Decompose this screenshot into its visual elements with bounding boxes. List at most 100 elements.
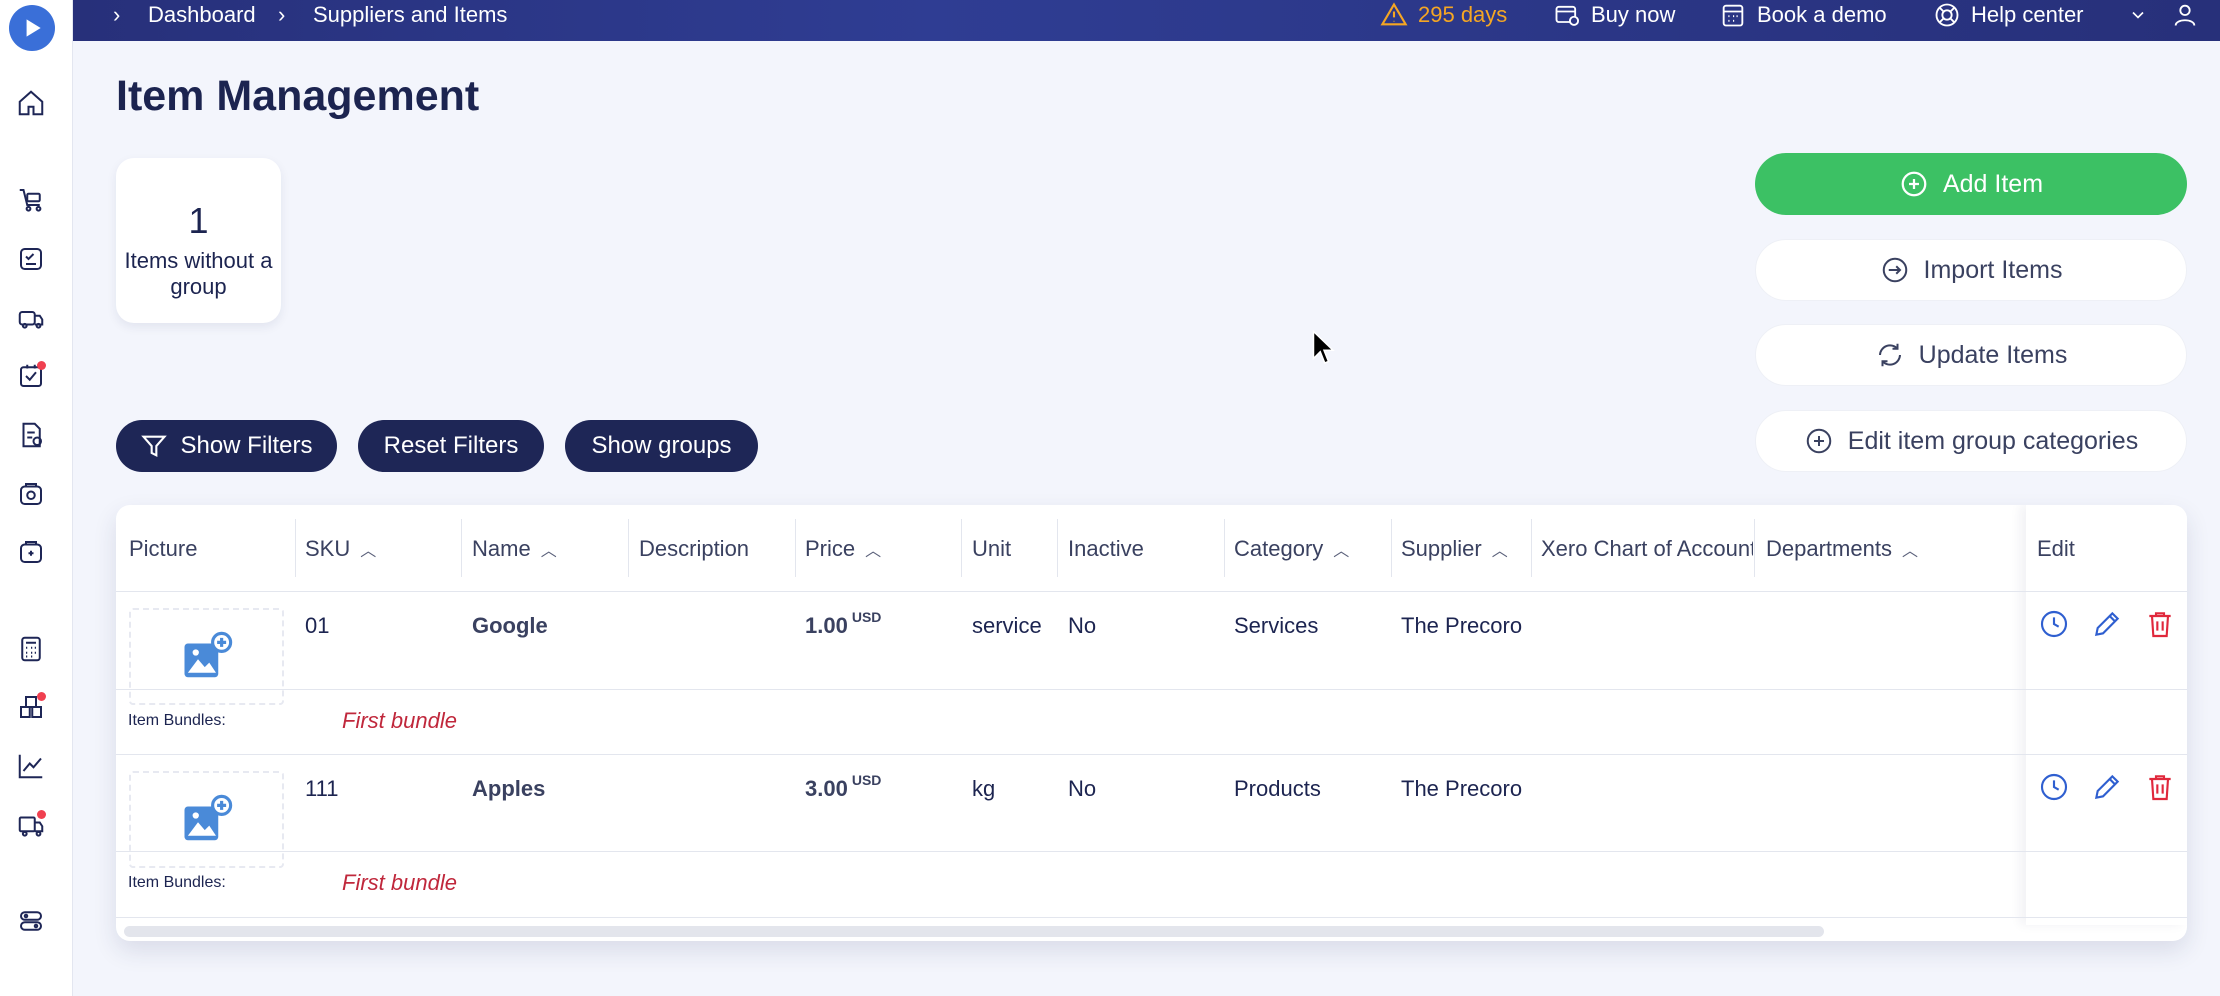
column-header-sku[interactable]: SKU ︿: [305, 505, 465, 592]
cell-name[interactable]: Google: [472, 613, 548, 639]
row-divider: [116, 689, 2187, 690]
sort-arrow-icon: ︿: [540, 542, 557, 560]
buy-now-button[interactable]: Buy now: [1553, 0, 1675, 30]
card-icon: [1555, 5, 1580, 26]
horizontal-scrollbar[interactable]: [124, 926, 1824, 937]
reset-filters-label: Reset Filters: [383, 432, 519, 459]
reset-filters-button[interactable]: Reset Filters: [358, 420, 544, 472]
precoro-logo[interactable]: [9, 5, 55, 51]
user-icon[interactable]: [2171, 0, 2199, 30]
import-icon: [1882, 257, 1907, 283]
column-separator[interactable]: [295, 519, 296, 577]
column-separator[interactable]: [795, 519, 796, 577]
breadcrumb-suppliers-items[interactable]: Suppliers and Items: [313, 0, 507, 30]
cell-name[interactable]: Apples: [472, 776, 545, 802]
cell-sku: 111: [305, 776, 339, 801]
warning-icon: [1380, 2, 1408, 26]
suppliers-icon[interactable]: [14, 300, 48, 334]
bundle-label: Item Bundles:: [128, 712, 226, 729]
calculator-icon[interactable]: [14, 632, 48, 666]
column-header-unit: Unit: [972, 535, 1012, 561]
column-separator[interactable]: [1754, 519, 1755, 577]
add-item-button[interactable]: Add Item: [1755, 153, 2187, 215]
table-header: Picture SKU ︿ Name ︿ Description Price ︿ Un…: [116, 505, 2187, 592]
column-header-departments[interactable]: Departments ︿: [1766, 505, 2016, 592]
price-currency: USD: [851, 609, 882, 625]
sort-arrow-icon: ︿: [1333, 542, 1350, 560]
delete-trash-icon[interactable]: [2144, 771, 2176, 803]
import-items-button[interactable]: Import Items: [1755, 239, 2187, 301]
edit-pencil-icon[interactable]: [2091, 608, 2123, 640]
show-groups-button[interactable]: Show groups: [565, 420, 758, 472]
item-picture-placeholder[interactable]: [129, 608, 284, 705]
calendar-icon: [1722, 4, 1744, 27]
chevron-down-icon[interactable]: [2128, 0, 2148, 30]
column-separator[interactable]: [961, 519, 962, 577]
sidebar: [0, 0, 73, 996]
requisition-icon[interactable]: [14, 242, 48, 276]
book-demo-label: Book a demo: [1757, 2, 1887, 27]
column-header-supplier[interactable]: Supplier ︿: [1401, 505, 1531, 592]
payments-icon[interactable]: [14, 535, 48, 569]
cell-sku: 01: [305, 613, 330, 638]
column-separator[interactable]: [1391, 519, 1392, 577]
cart-icon[interactable]: [14, 183, 48, 217]
page-title: Item Management: [116, 72, 480, 120]
sort-arrow-icon: ︿: [1491, 542, 1508, 560]
update-items-button[interactable]: Update Items: [1755, 324, 2187, 386]
trial-days[interactable]: 295 days: [1380, 0, 1507, 30]
items-icon[interactable]: [14, 690, 48, 724]
column-separator[interactable]: [1531, 519, 1532, 577]
edit-group-categories-button[interactable]: Edit item group categories: [1755, 410, 2187, 472]
budget-icon[interactable]: [14, 477, 48, 511]
column-separator[interactable]: [628, 519, 629, 577]
add-image-icon: [184, 631, 232, 677]
cell-inactive: No: [1068, 776, 1097, 801]
lifebuoy-icon: [1935, 3, 1959, 27]
settings-icon[interactable]: [14, 904, 48, 938]
show-filters-button[interactable]: Show Filters: [116, 420, 337, 472]
item-picture-placeholder[interactable]: [129, 771, 284, 868]
column-separator[interactable]: [1224, 519, 1225, 577]
price-value: 1.00: [805, 613, 848, 638]
bundle-link[interactable]: First bundle: [342, 708, 457, 734]
top-bar: › Dashboard › Suppliers and Items 295 da…: [73, 0, 2220, 41]
breadcrumb-dashboard[interactable]: Dashboard: [148, 0, 256, 30]
items-table: Picture SKU ︿ Name ︿ Description Price ︿ Un…: [116, 505, 2187, 941]
notification-dot: [37, 361, 46, 370]
cell-supplier: The Precoro: [1401, 613, 1523, 638]
cell-inactive: No: [1068, 613, 1097, 638]
column-header-category[interactable]: Category ︿: [1234, 505, 1394, 592]
bundle-label: Item Bundles:: [128, 874, 226, 891]
items-without-group-card[interactable]: 1 Items without a group: [116, 158, 281, 323]
notification-dot: [37, 692, 46, 701]
buy-now-label: Buy now: [1591, 2, 1676, 27]
delete-trash-icon[interactable]: [2144, 608, 2176, 640]
book-demo-button[interactable]: Book a demo: [1719, 0, 1887, 30]
column-header-picture: Picture: [129, 535, 198, 561]
history-icon[interactable]: [2038, 771, 2070, 803]
column-header-name[interactable]: Name ︿: [472, 505, 632, 592]
cell-price: 1.00 USD: [805, 609, 881, 639]
column-separator[interactable]: [461, 519, 462, 577]
analytics-icon[interactable]: [14, 749, 48, 783]
home-icon[interactable]: [14, 86, 48, 120]
delivery-icon[interactable]: [14, 808, 48, 842]
bundle-link[interactable]: First bundle: [342, 870, 457, 896]
help-center-button[interactable]: Help center: [1933, 0, 2084, 30]
column-separator[interactable]: [1057, 519, 1058, 577]
price-currency: USD: [851, 772, 882, 788]
row-divider: [116, 917, 2187, 918]
edit-pencil-icon[interactable]: [2091, 771, 2123, 803]
cell-category: Services: [1234, 613, 1319, 638]
stat-value: 1: [188, 200, 209, 241]
refresh-icon: [1878, 343, 1901, 367]
approvals-icon[interactable]: [14, 359, 48, 393]
history-icon[interactable]: [2038, 608, 2070, 640]
column-header-description: Description: [639, 535, 750, 561]
column-header-price[interactable]: Price ︿: [805, 505, 965, 592]
invoices-icon[interactable]: [14, 418, 48, 452]
cell-unit: kg: [972, 776, 996, 801]
sort-arrow-icon: ︿: [360, 542, 377, 560]
price-value: 3.00: [805, 776, 848, 801]
